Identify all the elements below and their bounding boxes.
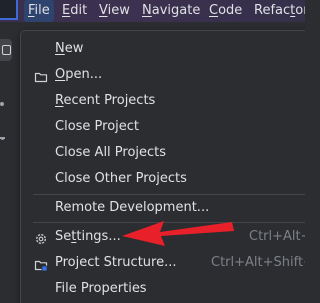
- annotation-arrow: [122, 221, 234, 246]
- ide-window: File Edit View Navigate Code Refactor Ne…: [0, 0, 305, 303]
